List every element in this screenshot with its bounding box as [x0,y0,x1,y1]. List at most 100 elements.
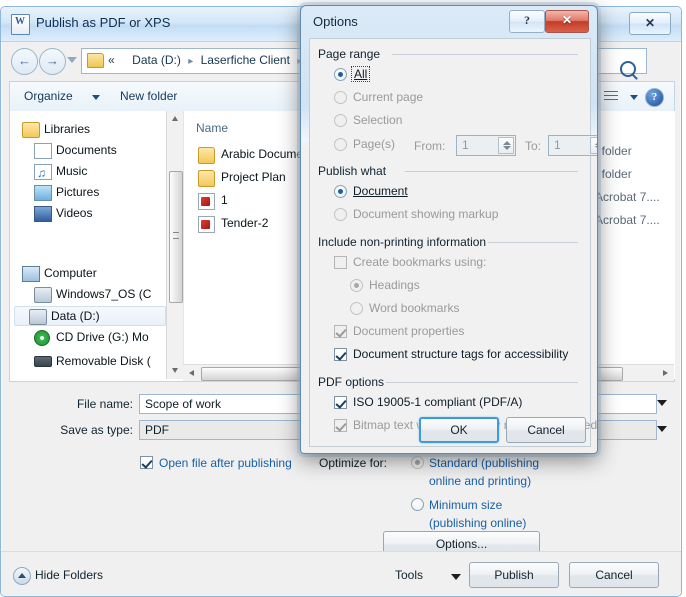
tree-item-data-d[interactable]: Data (D:) [14,306,166,326]
search-icon[interactable] [620,61,636,77]
file-name-label: File name: [76,397,133,411]
chevron-down-icon[interactable] [92,95,100,100]
breadcrumb-separator [118,56,129,67]
help-icon[interactable]: ? [645,88,664,107]
checkbox-structure-tags[interactable] [334,348,347,361]
spinner-down-icon [503,146,511,150]
scroll-right-icon[interactable] [658,365,674,381]
radio-document[interactable] [334,185,347,198]
to-value: 1 [554,138,561,152]
page-range-selection-label: Selection [353,113,403,127]
recent-locations-chevron-icon[interactable] [67,57,77,63]
scroll-up-icon[interactable] [167,111,183,127]
organize-button[interactable]: Organize [24,89,73,103]
radio-all[interactable] [334,68,347,81]
list-item-label: Tender-2 [221,216,269,230]
save-as-type-label: Save as type: [60,423,133,437]
list-item-label: 1 [221,193,228,207]
documents-icon [34,143,52,159]
publish-what-markup-label: Document showing markup [353,207,499,221]
navigation-pane-scrollbar[interactable] [166,111,183,379]
cd-drive-icon [34,330,50,346]
from-spinner[interactable]: 1 [456,135,516,156]
page-range-all-label: All [354,67,368,81]
spinner-buttons[interactable] [590,137,597,154]
pdf-file-icon [198,216,215,233]
spinner-up-icon [503,141,511,145]
iso-compliant-label: ISO 19005-1 compliant (PDF/A) [353,395,523,409]
tree-item-label: Music [56,164,88,178]
hide-folders-button[interactable]: Hide Folders [35,568,103,582]
videos-icon [34,206,52,222]
chevron-down-icon[interactable] [657,426,667,432]
group-divider [386,382,578,383]
optimize-minimum-radio[interactable] [411,498,424,511]
pictures-icon [34,185,52,201]
breadcrumb: « Data (D:) ▸ Laserfiche Client ▸ [108,53,306,67]
column-header-name[interactable]: Name [196,121,228,135]
publish-button[interactable]: Publish [469,562,559,588]
pdf-options-group-label: PDF options [318,375,391,389]
checkbox-bitmap-text[interactable] [334,419,347,432]
options-dialog-body: Page range All Current page Selection Pa… [309,38,597,447]
options-ok-button[interactable]: OK [419,417,499,443]
non-printing-group-label: Include non-printing information [318,235,493,249]
radio-pages[interactable] [334,138,347,151]
back-button[interactable]: ← [11,48,38,75]
spinner-up-icon [595,141,597,145]
radio-document-showing-markup[interactable] [334,208,347,221]
change-view-icon[interactable] [604,91,618,102]
options-help-button[interactable]: ? [509,10,545,33]
folder-icon [87,53,104,68]
optimize-for-label: Optimize for: [319,456,388,470]
breadcrumb-overflow[interactable]: « [108,53,115,67]
cancel-button[interactable]: Cancel [569,562,659,588]
options-cancel-button[interactable]: Cancel [506,417,586,443]
breadcrumb-item-0[interactable]: Data (D:) [132,53,181,67]
optimize-minimum-label-line2[interactable]: (publishing online) [429,516,526,530]
spinner-buttons[interactable] [498,137,514,154]
tree-item-label: CD Drive (G:) Mo [56,330,149,344]
from-label: From: [414,139,446,153]
headings-label: Headings [369,278,420,292]
optimize-standard-label-line1[interactable]: Standard (publishing [429,456,539,470]
options-close-button[interactable]: ✕ [545,10,589,33]
scrollbar-thumb[interactable] [169,171,183,303]
tools-button[interactable]: Tools [395,568,423,582]
chevron-down-icon[interactable] [657,400,667,406]
radio-selection[interactable] [334,114,347,127]
to-spinner[interactable]: 1 [548,135,597,156]
from-value: 1 [462,138,469,152]
checkbox-iso-compliant[interactable] [334,396,347,409]
optimize-standard-radio[interactable] [411,456,424,469]
scroll-left-icon[interactable] [183,365,199,381]
radio-word-bookmarks[interactable] [350,302,363,315]
tree-item-label: Computer [44,266,97,280]
radio-headings[interactable] [350,279,363,292]
checkbox-create-bookmarks[interactable] [334,256,347,269]
new-folder-button[interactable]: New folder [120,89,177,103]
group-divider [392,54,578,55]
open-after-publishing-label[interactable]: Open file after publishing [159,456,292,470]
publish-window-close-button[interactable]: ✕ [629,12,671,35]
hard-drive-icon [34,287,52,303]
navigation-pane: Libraries Documents Music Pictures Video… [10,111,166,379]
chevron-down-icon[interactable] [451,574,461,580]
structure-tags-label: Document structure tags for accessibilit… [353,347,569,361]
tree-item-label: Videos [56,206,93,220]
optimize-standard-label-line2[interactable]: online and printing) [429,474,531,488]
forward-button[interactable]: → [39,48,66,75]
hard-drive-icon [29,309,47,325]
collapse-chevron-icon[interactable] [13,567,31,585]
optimize-minimum-label-line1[interactable]: Minimum size [429,498,502,512]
create-bookmarks-label: Create bookmarks using: [353,255,487,269]
radio-current-page[interactable] [334,91,347,104]
breadcrumb-item-1[interactable]: Laserfiche Client [201,53,290,67]
chevron-down-icon[interactable] [630,95,638,100]
page-range-current-page-label: Current page [353,90,424,104]
tree-item-label: Pictures [56,185,100,199]
scroll-down-icon[interactable] [167,363,183,379]
word-bookmarks-label: Word bookmarks [369,301,460,315]
open-after-publishing-checkbox[interactable] [140,456,153,469]
checkbox-document-properties[interactable] [334,325,347,338]
